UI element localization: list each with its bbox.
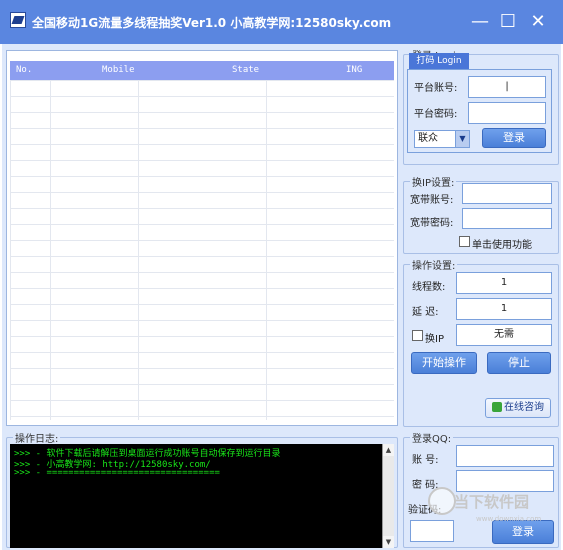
column-header-no[interactable]: No.: [16, 61, 32, 80]
qq-account-input[interactable]: [456, 445, 554, 467]
platform-login-button[interactable]: 登录: [482, 128, 546, 148]
single-click-label: 单击使用功能: [472, 240, 532, 251]
chevron-down-icon[interactable]: ▼: [455, 131, 469, 147]
client-area: No. Mobile State ING 登录 Login: 打码 Login …: [2, 44, 561, 550]
qq-verify-input[interactable]: [410, 520, 454, 542]
qq-account-label: 账 号:: [412, 455, 439, 466]
results-grid[interactable]: No. Mobile State ING: [6, 50, 398, 426]
delay-label: 延 迟:: [412, 307, 439, 318]
site-watermark: 当下软件园 www.downxia.com: [428, 487, 554, 523]
platform-account-input[interactable]: |: [468, 76, 546, 98]
ip-change-legend: 换IP设置:: [412, 178, 455, 189]
qq-login-legend: 登录QQ:: [412, 434, 452, 445]
log-legend: 操作日志:: [15, 434, 59, 445]
watermark-url: www.downxia.com: [476, 515, 542, 523]
change-ip-label: 换IP: [425, 334, 444, 345]
provider-select[interactable]: 联众 ▼: [414, 130, 470, 148]
tab-captcha-login[interactable]: 打码 Login: [409, 53, 469, 69]
single-click-checkbox[interactable]: [459, 236, 470, 247]
grid-divider: [50, 80, 51, 420]
scroll-up-icon[interactable]: ▲: [383, 444, 394, 456]
captcha-login-tab-panel: 平台账号: | 平台密码: 联众 ▼ 登录: [407, 69, 552, 153]
window-title: 全国移动1G流量多线程抽奖Ver1.0 小高教学网:12580sky.com: [32, 16, 392, 30]
online-consult-label: 在线咨询: [504, 402, 544, 413]
operation-legend: 操作设置:: [412, 261, 456, 272]
scroll-down-icon[interactable]: ▼: [383, 536, 394, 548]
close-button[interactable]: ✕: [524, 8, 552, 36]
platform-account-label: 平台账号:: [414, 83, 458, 94]
platform-password-input[interactable]: [468, 102, 546, 124]
column-header-ing[interactable]: ING: [346, 61, 362, 80]
change-ip-value[interactable]: 无需: [456, 324, 552, 346]
qq-password-input[interactable]: [456, 470, 554, 492]
watermark-text: 当下软件园: [454, 493, 530, 511]
chat-icon: [492, 402, 502, 412]
grid-header: No. Mobile State ING: [10, 61, 394, 80]
provider-select-value: 联众: [418, 133, 438, 144]
platform-password-label: 平台密码:: [414, 109, 458, 120]
broadband-password-label: 宽带密码:: [410, 218, 454, 229]
title-bar: 全国移动1G流量多线程抽奖Ver1.0 小高教学网:12580sky.com —…: [0, 0, 563, 44]
start-button[interactable]: 开始操作: [411, 352, 477, 374]
watermark-logo-icon: [428, 487, 456, 515]
delay-input[interactable]: 1: [456, 298, 552, 320]
broadband-account-input[interactable]: [462, 183, 552, 204]
broadband-password-input[interactable]: [462, 208, 552, 229]
stop-button[interactable]: 停止: [487, 352, 551, 374]
minimize-button[interactable]: —: [466, 8, 494, 36]
threads-input[interactable]: 1: [456, 272, 552, 294]
change-ip-checkbox[interactable]: [412, 330, 423, 341]
column-header-state[interactable]: State: [232, 61, 259, 80]
log-scrollbar[interactable]: ▲ ▼: [382, 444, 394, 548]
grid-body[interactable]: [10, 80, 394, 420]
log-line: >>> - ================================: [14, 468, 220, 478]
threads-label: 线程数:: [412, 282, 446, 293]
broadband-account-label: 宽带账号:: [410, 195, 454, 206]
online-consult-button[interactable]: 在线咨询: [485, 398, 551, 418]
maximize-button[interactable]: ☐: [494, 8, 522, 36]
column-header-mobile[interactable]: Mobile: [102, 61, 135, 80]
log-output[interactable]: >>> - 软件下载后请解压到桌面运行成功账号自动保存到运行目录 >>> - 小…: [10, 444, 394, 548]
app-icon: [10, 12, 26, 28]
qq-login-button[interactable]: 登录: [492, 520, 554, 544]
